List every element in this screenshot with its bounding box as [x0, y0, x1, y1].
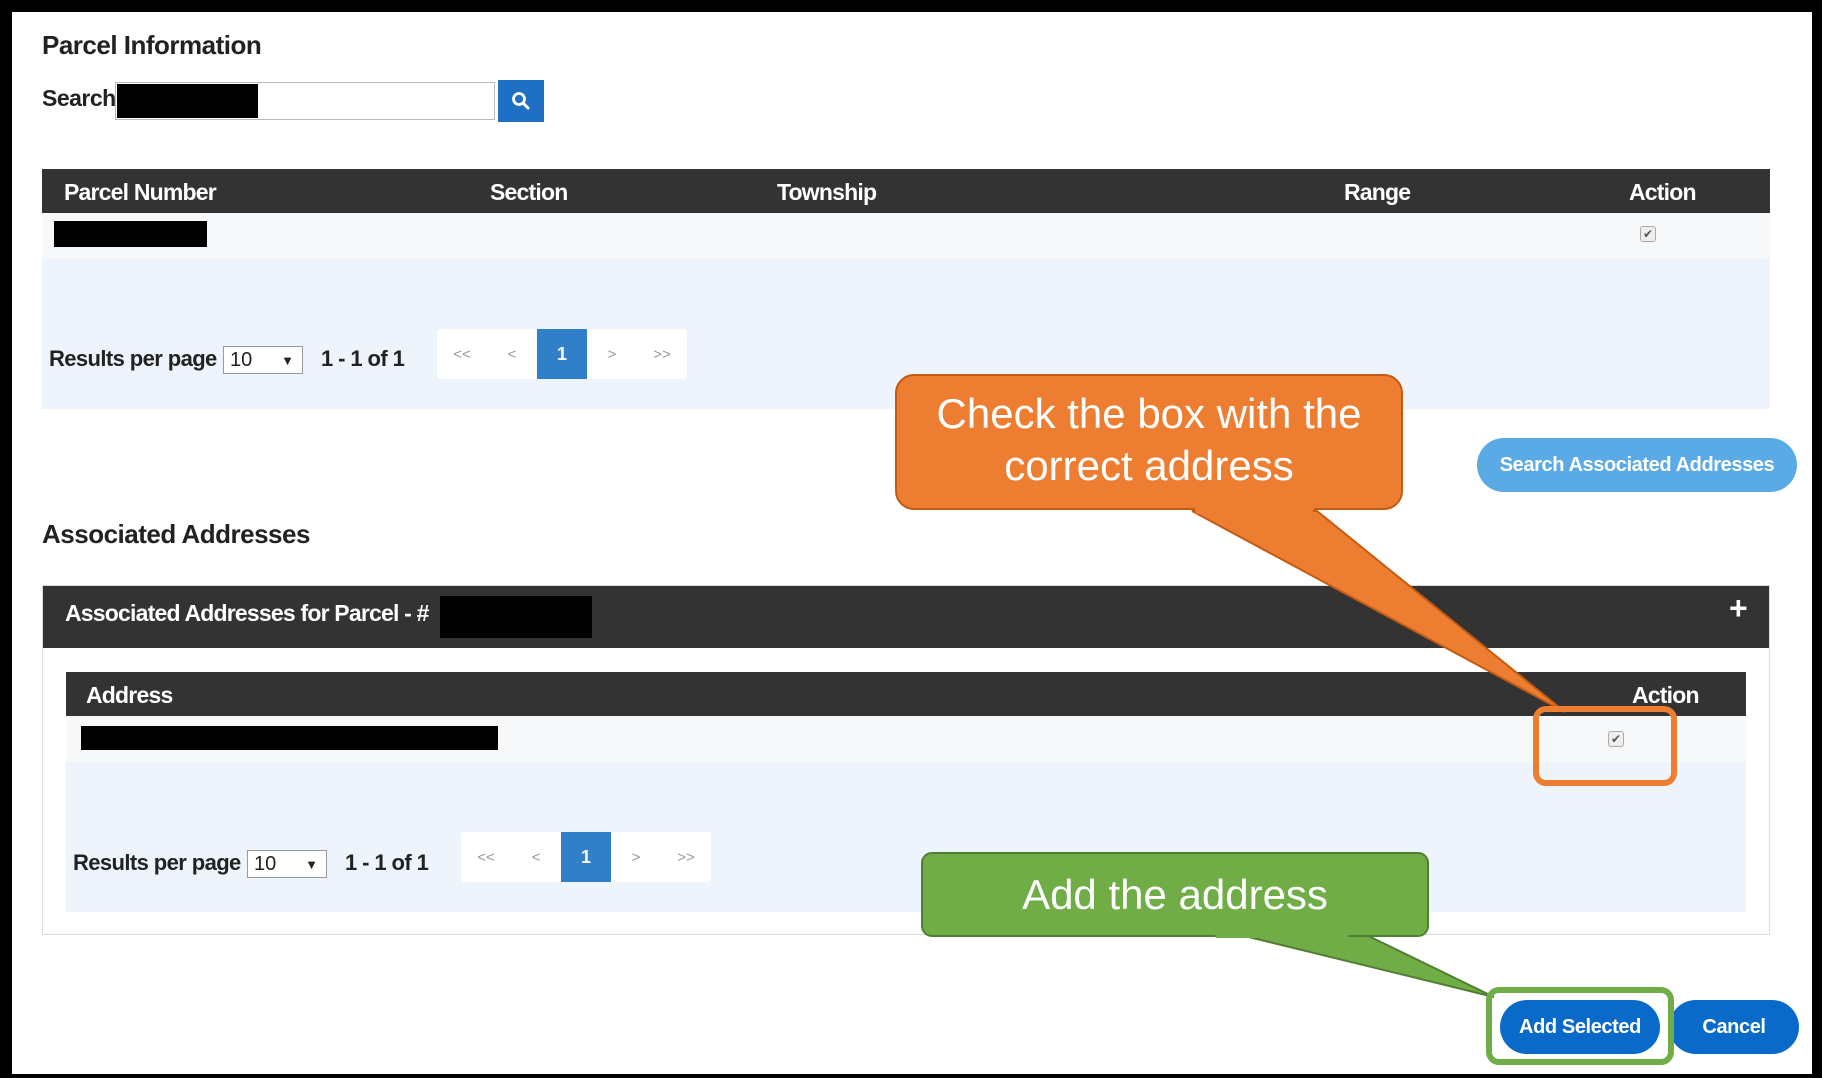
parcel-table-row: ✔	[42, 213, 1770, 259]
col-action: Action	[1629, 179, 1697, 205]
associated-panel-title: Associated Addresses for Parcel - #	[65, 600, 429, 626]
address-rpp-value: 10	[254, 852, 277, 875]
address-table-header: Address Action	[66, 672, 1746, 716]
address-range-text: 1 - 1 of 1	[345, 850, 429, 875]
redacted-parcel-number	[54, 221, 207, 247]
address-table-row: ✔	[66, 716, 1746, 762]
address-pager-area: Results per page 10 ▼ 1 - 1 of 1 << < 1 …	[66, 762, 1746, 912]
green-callout-text: Add the address	[1022, 871, 1328, 918]
col-section: Section	[490, 179, 568, 205]
address-rpp-select[interactable]: 10 ▼	[247, 850, 327, 878]
pager-next-button[interactable]: >	[587, 329, 637, 379]
search-associated-addresses-button[interactable]: Search Associated Addresses	[1477, 438, 1797, 492]
redacted-search-value	[117, 84, 258, 118]
pager-page-button[interactable]: 1	[561, 832, 611, 882]
parcel-rpp-label: Results per page	[49, 346, 217, 371]
parcel-pagination: << < 1 > >>	[437, 329, 687, 379]
orange-callout-text: Check the box with the correct address	[936, 390, 1362, 489]
search-field-wrapper	[115, 82, 495, 120]
search-label: Search	[42, 85, 116, 111]
parcel-select-checkbox[interactable]: ✔	[1640, 226, 1656, 242]
add-selected-button[interactable]: Add Selected	[1500, 1000, 1660, 1054]
col-township: Township	[777, 179, 877, 205]
pager-first-button[interactable]: <<	[437, 329, 487, 379]
screen-frame: Parcel Information Search Parcel Number …	[12, 12, 1812, 1074]
address-rpp-label: Results per page	[73, 850, 241, 875]
address-pagination: << < 1 > >>	[461, 832, 711, 882]
dropdown-arrow-icon: ▼	[305, 856, 318, 872]
pager-first-button[interactable]: <<	[461, 832, 511, 882]
pager-last-button[interactable]: >>	[661, 832, 711, 882]
parcel-pager-area: Results per page 10 ▼ 1 - 1 of 1 << < 1 …	[42, 259, 1770, 409]
pager-prev-button[interactable]: <	[511, 832, 561, 882]
col-range: Range	[1344, 179, 1411, 205]
search-icon	[512, 92, 530, 110]
pager-next-button[interactable]: >	[611, 832, 661, 882]
associated-panel: Associated Addresses for Parcel - # + Ad…	[42, 585, 1770, 935]
pager-last-button[interactable]: >>	[637, 329, 687, 379]
parcel-range-text: 1 - 1 of 1	[321, 346, 405, 371]
col-parcel-number: Parcel Number	[64, 179, 217, 205]
parcel-rpp-value: 10	[230, 348, 253, 371]
dropdown-arrow-icon: ▼	[281, 352, 294, 368]
pager-page-button[interactable]: 1	[537, 329, 587, 379]
green-callout-pointer	[1211, 927, 1495, 998]
redacted-address	[81, 726, 498, 750]
parcel-table-header: Parcel Number Section Township Range Act…	[42, 169, 1770, 213]
col-address-action: Action	[1632, 682, 1700, 708]
expand-plus-icon[interactable]: +	[1729, 590, 1748, 627]
col-address: Address	[86, 682, 173, 708]
pager-prev-button[interactable]: <	[487, 329, 537, 379]
associated-panel-header: Associated Addresses for Parcel - # +	[43, 586, 1769, 648]
redacted-parcel-id	[440, 596, 592, 638]
cancel-button[interactable]: Cancel	[1669, 1000, 1799, 1054]
search-button[interactable]	[498, 80, 544, 122]
address-select-checkbox[interactable]: ✔	[1608, 731, 1624, 747]
parcel-information-title: Parcel Information	[42, 30, 262, 60]
orange-callout-seam	[1194, 506, 1315, 514]
associated-addresses-title: Associated Addresses	[42, 519, 310, 549]
parcel-rpp-select[interactable]: 10 ▼	[223, 346, 303, 374]
